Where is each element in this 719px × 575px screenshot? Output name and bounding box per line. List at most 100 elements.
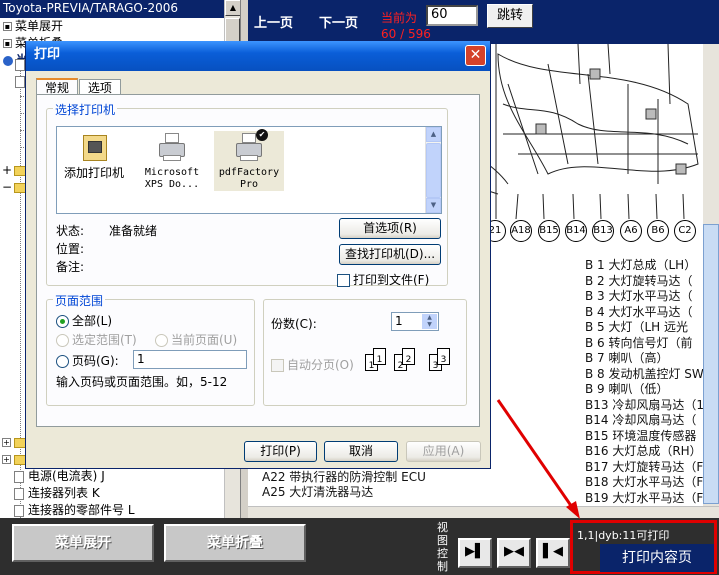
print-status-box: 1,1|dyb:11可打印 打印内容页 [570,520,717,574]
legend-item: B 6 转向信号灯（前 [585,335,693,350]
print-button[interactable]: 打印(P) [244,441,317,462]
pages-radio[interactable]: 页码(G): [56,352,119,369]
connector-label[interactable]: B13 [592,220,614,242]
apply-button[interactable]: 应用(A) [406,441,481,462]
current-page-radio[interactable]: 当前页面(U) [155,331,237,348]
legend-item: B17 大灯旋转马达（F [585,459,703,474]
printer-item-add[interactable]: 添加打印机 [59,131,129,179]
menu-collapse-button[interactable]: 菜单折叠 [164,524,306,562]
select-printer-group: 选择打印机 添加打印机 Microsoft XPS Do... ✔ pdfFac… [46,101,448,288]
connector-label[interactable]: B15 [538,220,560,242]
legend-item: B 7 喇叭（高） [585,351,669,365]
connector-row: 21 A18 B15 B14 B13 A6 B6 C2 [484,220,699,242]
collapse-box-icon: ▪ [3,39,12,48]
scroll-thumb[interactable] [703,224,719,504]
doc-icon [14,504,24,517]
legend-item: B 9 喇叭（低） [585,382,669,396]
collate-illustration-icon: 11 22 33 [361,344,461,376]
tab-general-panel: 选择打印机 添加打印机 Microsoft XPS Do... ✔ pdfFac… [36,94,480,427]
scroll-thumb[interactable] [426,143,441,198]
doc-icon [14,470,24,483]
tab-general[interactable]: 常规 [36,78,79,95]
note-item: A25 大灯清洗器马达 [262,485,374,499]
fit-right-icon[interactable]: ▶▌ [458,538,492,568]
preferences-button[interactable]: 首选项(R) [339,218,441,239]
page-range-group: 页面范围 全部(L) 选定范围(T) 当前页面(U) 页码(G): 1 输入页码… [46,292,255,406]
comment-label: 备注: [56,260,85,274]
all-radio[interactable]: 全部(L) [56,312,112,329]
checkbox-icon [271,359,284,372]
copies-label: 份数(C): [271,317,317,331]
page-count: 60 / 596 [381,27,431,41]
connector-label[interactable]: A6 [620,220,642,242]
tree-expand-item[interactable]: ▪ 菜单展开 [0,18,240,35]
tree-item-power[interactable]: 电源(电流表) J [0,468,225,485]
cancel-button[interactable]: 取消 [324,441,398,462]
page-range-hint: 输入页码或页面范围。如，5-12 [56,375,228,389]
find-printer-button[interactable]: 查找打印机(D)... [339,244,441,265]
select-printer-label: 选择打印机 [53,101,118,118]
scroll-up-icon[interactable]: ▲ [426,127,441,142]
fit-left-icon[interactable]: ▌◀ [536,538,570,568]
printer-item-pdffactory[interactable]: ✔ pdfFactory Pro [214,129,284,191]
next-page-button[interactable]: 下一页 [319,12,358,31]
printer-item-xps[interactable]: Microsoft XPS Do... [137,131,207,191]
tree-root-title[interactable]: Toyota-PREVIA/TARAGO-2006 [0,0,240,18]
connector-label[interactable]: B6 [647,220,669,242]
radio-selected-icon [56,315,69,328]
close-icon[interactable]: ✕ [465,45,486,66]
dialog-title: 打印 [34,47,61,62]
legend-item: B 3 大灯水平马达（ [585,289,693,303]
diagram-horizontal-scrollbar[interactable] [248,506,719,518]
tree-item-connector-list[interactable]: 连接器列表 K [0,485,225,502]
page-range-label: 页面范围 [53,292,106,309]
prev-page-button[interactable]: 上一页 [254,12,293,31]
collapse-box-icon: ▪ [3,22,12,31]
radio-icon [56,355,69,368]
tree-item-connector-parts[interactable]: 连接器的零部件号 L [0,502,225,518]
legend-item: B 2 大灯旋转马达（ [585,273,693,288]
bottom-bar: 菜单展开 菜单折叠 视图控制 ▶▌ ▶◀ ▌◀ 1,1|dyb:11可打印 打印… [0,518,719,575]
printer-list[interactable]: 添加打印机 Microsoft XPS Do... ✔ pdfFactory P… [56,126,442,214]
add-printer-icon [79,131,109,163]
print-status-text: 1,1|dyb:11可打印 [577,529,670,542]
page-number-input[interactable]: 60 [426,5,478,26]
copies-group: 份数(C): 1 ▲ ▼ 自动分页(O) 11 22 33 [263,299,467,406]
collate-checkbox[interactable]: 自动分页(O) [271,356,354,373]
jump-button[interactable]: 跳转 [487,4,533,28]
copies-input[interactable]: 1 ▲ ▼ [391,312,439,331]
diagram-vertical-scrollbar[interactable] [703,44,719,506]
connector-label[interactable]: C2 [674,220,696,242]
component-legend: B 1 大灯总成（LH） B 2 大灯旋转马达（ B 3 大灯水平马达（ B 4… [585,258,703,506]
legend-item: B 8 发动机盖控灯 SW [585,366,703,381]
spinner-icon[interactable]: ▲ ▼ [422,314,437,329]
status-row: 状态: 准备就绪 [56,224,158,238]
fit-width-icon[interactable]: ▶◀ [497,538,531,568]
selection-radio[interactable]: 选定范围(T) [56,331,137,348]
checkbox-icon [337,274,350,287]
expand-plus-icon[interactable]: + [2,163,12,177]
connector-label[interactable]: B14 [565,220,587,242]
legend-item: B 1 大灯总成（LH） [585,258,697,272]
print-content-button[interactable]: 打印内容页 [600,544,714,572]
connector-label[interactable]: A18 [510,220,532,242]
current-page-label: 当前为 [381,11,418,25]
scroll-up-icon[interactable]: ▲ [225,0,240,16]
scroll-down-icon[interactable]: ▼ [426,198,441,213]
radio-icon [56,334,69,347]
legend-item: B 5 大灯（LH 远光 [585,320,689,334]
print-dialog: 打印 ✕ 常规 选项 选择打印机 添加打印机 Microsoft XPS Do.… [25,41,491,469]
location-label: 位置: [56,242,85,256]
printer-icon [157,131,187,163]
red-arrow-annotation [496,399,580,519]
expand-plus-icon: + [2,455,11,464]
print-to-file-checkbox[interactable]: 打印到文件(F) [337,271,429,288]
dialog-tabs: 常规 选项 [36,78,121,96]
menu-expand-button[interactable]: 菜单展开 [12,524,154,562]
printer-list-scrollbar[interactable]: ▲ ▼ [425,127,441,213]
pages-input[interactable]: 1 [133,350,247,369]
collapse-minus-icon[interactable]: − [2,180,12,194]
page-toolbar: 上一页 下一页 当前为 60 60 / 596 跳转 [248,0,719,44]
dialog-title-bar[interactable]: 打印 ✕ [26,41,490,71]
legend-item: B15 环境温度传感器 [585,428,697,443]
